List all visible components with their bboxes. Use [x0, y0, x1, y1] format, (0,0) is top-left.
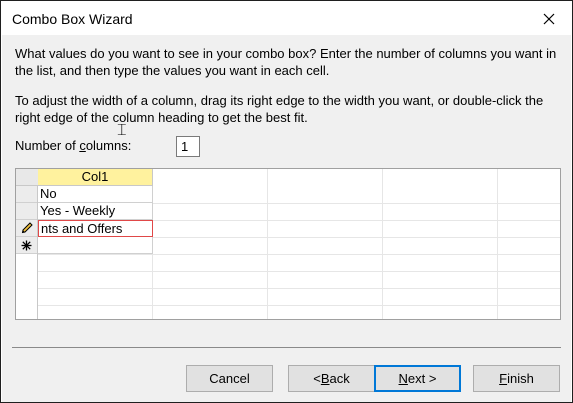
number-of-columns-label: Number of columns:	[15, 138, 132, 153]
row-selector[interactable]	[16, 186, 37, 203]
grid-divider	[382, 169, 383, 319]
instruction-text-width: To adjust the width of a column, drag it…	[15, 93, 544, 125]
window-title: Combo Box Wizard	[12, 11, 133, 27]
finish-button[interactable]: Finish	[473, 365, 560, 392]
title-bar: Combo Box Wizard	[2, 2, 571, 35]
dialog-separator	[12, 347, 561, 348]
grid-divider	[497, 169, 498, 319]
column-header-col1[interactable]: Col1	[38, 169, 153, 186]
new-record-asterisk-icon	[21, 240, 32, 250]
grid-cell-editing[interactable]: nts and Offers	[38, 220, 153, 237]
grid-cell[interactable]: No	[38, 186, 153, 203]
back-button[interactable]: < Back	[288, 365, 375, 392]
grid-cell-new[interactable]	[38, 237, 153, 254]
combo-box-wizard-dialog: Combo Box Wizard What values do you want…	[0, 0, 573, 403]
grid-divider	[38, 288, 560, 289]
grid-divider	[38, 305, 560, 306]
pencil-icon	[21, 222, 33, 234]
next-button[interactable]: Next >	[374, 365, 461, 392]
text-cursor-icon: ⌶	[117, 120, 127, 139]
row-selector[interactable]	[16, 203, 37, 220]
grid-divider	[38, 271, 560, 272]
cancel-button[interactable]: Cancel	[186, 365, 273, 392]
values-grid[interactable]: Col1 No Yes - Weekly nts and Offers	[15, 168, 561, 320]
grid-corner[interactable]	[16, 169, 38, 186]
grid-divider	[267, 169, 268, 319]
row-selector-editing[interactable]	[16, 220, 37, 237]
grid-cell[interactable]: Yes - Weekly	[38, 203, 153, 220]
row-selector-column	[16, 169, 38, 319]
number-of-columns-input[interactable]	[176, 136, 200, 157]
dialog-body: What values do you want to see in your c…	[2, 35, 571, 402]
instruction-text-values: What values do you want to see in your c…	[15, 46, 557, 78]
grid-divider	[38, 254, 560, 255]
row-selector-new[interactable]	[16, 237, 37, 254]
close-button[interactable]	[527, 2, 571, 35]
close-icon	[543, 13, 555, 24]
